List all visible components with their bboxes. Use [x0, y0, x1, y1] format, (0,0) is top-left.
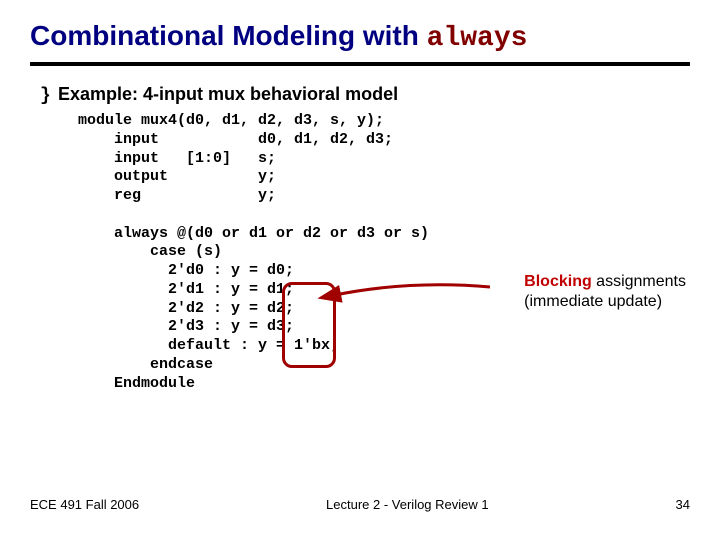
title-keyword: always [427, 23, 528, 54]
annotation-rest: assignments [592, 273, 686, 290]
slide-title: Combinational Modeling with always [30, 20, 690, 54]
example-bullet: }Example: 4-input mux behavioral model [40, 84, 690, 106]
title-text: Combinational Modeling with [30, 20, 427, 51]
slide: Combinational Modeling with always }Exam… [0, 0, 720, 540]
footer-center: Lecture 2 - Verilog Review 1 [326, 497, 489, 512]
bullet-text: Example: 4-input mux behavioral model [58, 84, 398, 104]
title-underline [30, 62, 690, 66]
footer-left: ECE 491 Fall 2006 [30, 497, 139, 512]
annotation-line1: Blocking assignments [524, 272, 686, 292]
footer: ECE 491 Fall 2006 Lecture 2 - Verilog Re… [30, 497, 690, 512]
annotation: Blocking assignments (immediate update) [524, 272, 686, 312]
bullet-icon: } [40, 86, 58, 106]
annotation-red: Blocking [524, 273, 592, 290]
annotation-line2: (immediate update) [524, 292, 686, 312]
code-block: module mux4(d0, d1, d2, d3, s, y); input… [78, 112, 690, 393]
footer-right: 34 [676, 497, 690, 512]
